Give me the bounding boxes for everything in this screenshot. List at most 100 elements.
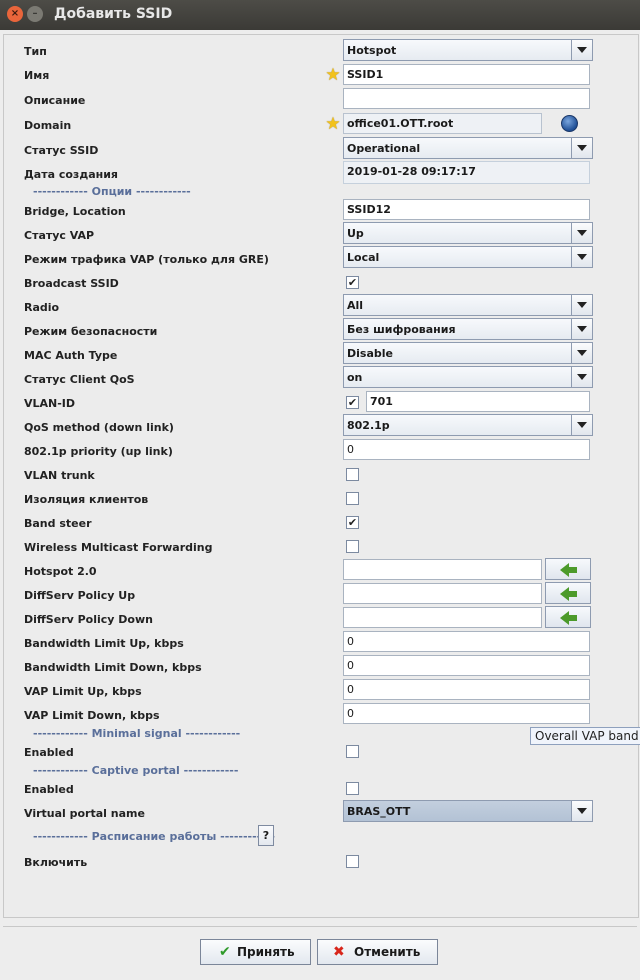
name-label: Имя [24, 69, 50, 82]
bridge-input[interactable]: SSID12 [343, 199, 590, 220]
bridge-label: Bridge, Location [24, 205, 126, 218]
hotspot20-label: Hotspot 2.0 [24, 565, 97, 578]
minimal-signal-separator: ------------ Minimal signal ------------ [33, 727, 241, 740]
diffserv-down-select-button[interactable] [545, 606, 591, 628]
mac-auth-select[interactable]: Disable [343, 342, 593, 364]
wmf-label: Wireless Multicast Forwarding [24, 541, 213, 554]
name-input[interactable]: SSID1 [343, 64, 590, 85]
window-title: Добавить SSID [54, 6, 173, 22]
checkmark-icon: ✔ [219, 944, 231, 960]
domain-field: office01.OTT.root [343, 113, 542, 134]
options-separator: ------------ Опции ------------ [33, 185, 191, 198]
chevron-down-icon[interactable] [571, 295, 592, 315]
chevron-down-icon[interactable] [571, 367, 592, 387]
qos-method-value: 802.1p [347, 419, 390, 432]
type-label: Тип [24, 45, 47, 58]
chevron-down-icon[interactable] [571, 223, 592, 243]
ok-button[interactable]: ✔ Принять [200, 939, 311, 965]
vap-status-value: Up [347, 227, 364, 240]
help-button[interactable]: ? [258, 825, 274, 846]
star-icon: ★ [325, 114, 341, 134]
ok-button-label: Принять [237, 945, 295, 959]
created-value: 2019-01-28 09:17:17 [343, 161, 590, 184]
radio-value: All [347, 299, 364, 312]
radio-select[interactable]: All [343, 294, 593, 316]
chevron-down-icon[interactable] [571, 319, 592, 339]
bw-down-input[interactable]: 0 [343, 655, 590, 676]
diffserv-down-label: DiffServ Policy Down [24, 613, 153, 626]
broadcast-checkbox[interactable]: ✔ [346, 276, 359, 289]
diffserv-up-select-button[interactable] [545, 582, 591, 604]
vlan-checkbox[interactable]: ✔ [346, 396, 359, 409]
client-qos-select[interactable]: on [343, 366, 593, 388]
schedule-enable-checkbox[interactable] [346, 855, 359, 868]
portal-name-select[interactable]: BRAS_OTT [343, 800, 593, 822]
cancel-button-label: Отменить [354, 945, 421, 959]
vap-status-label: Статус VAP [24, 229, 95, 242]
hotspot20-input[interactable] [343, 559, 542, 580]
captive-enabled-checkbox[interactable] [346, 782, 359, 795]
client-qos-label: Статус Client QoS [24, 373, 135, 386]
minimize-icon[interactable]: – [27, 6, 43, 22]
chevron-down-icon[interactable] [571, 343, 592, 363]
ssid-status-select[interactable]: Operational [343, 137, 593, 159]
vlan-input[interactable]: 701 [366, 391, 590, 412]
chevron-down-icon[interactable] [571, 138, 592, 158]
ssid-status-value: Operational [347, 142, 421, 155]
schedule-enable-label: Включить [24, 856, 88, 869]
title-bar: × – Добавить SSID [0, 0, 640, 30]
band-steer-checkbox[interactable]: ✔ [346, 516, 359, 529]
captive-portal-separator: ------------ Captive portal ------------ [33, 764, 239, 777]
globe-icon[interactable] [561, 115, 578, 132]
type-select[interactable]: Hotspot [343, 39, 593, 61]
portal-name-label: Virtual portal name [24, 807, 145, 820]
mac-auth-value: Disable [347, 347, 393, 360]
band-steer-label: Band steer [24, 517, 92, 530]
security-value: Без шифрования [347, 323, 456, 336]
vap-up-input[interactable]: 0 [343, 679, 590, 700]
bw-up-input[interactable]: 0 [343, 631, 590, 652]
vap-status-select[interactable]: Up [343, 222, 593, 244]
chevron-down-icon[interactable] [571, 801, 592, 821]
diffserv-down-input[interactable] [343, 607, 542, 628]
ssid-status-label: Статус SSID [24, 144, 99, 157]
hotspot20-select-button[interactable] [545, 558, 591, 580]
close-icon: ✖ [333, 944, 345, 960]
broadcast-label: Broadcast SSID [24, 277, 119, 290]
isolation-checkbox[interactable] [346, 492, 359, 505]
security-select[interactable]: Без шифрования [343, 318, 593, 340]
type-value: Hotspot [347, 44, 397, 57]
chevron-down-icon[interactable] [571, 247, 592, 267]
captive-enabled-label: Enabled [24, 783, 74, 796]
cancel-button[interactable]: ✖ Отменить [317, 939, 438, 965]
bw-down-label: Bandwidth Limit Down, kbps [24, 661, 202, 674]
vlan-label: VLAN-ID [24, 397, 76, 410]
schedule-separator: ------------ Расписание работы ---------… [33, 830, 275, 843]
vlan-trunk-checkbox[interactable] [346, 468, 359, 481]
vap-mode-select[interactable]: Local [343, 246, 593, 268]
star-icon: ★ [325, 65, 341, 85]
vap-mode-value: Local [347, 251, 380, 264]
chevron-down-icon[interactable] [571, 415, 592, 435]
minsig-enabled-checkbox[interactable] [346, 745, 359, 758]
vlan-trunk-label: VLAN trunk [24, 469, 95, 482]
qos-method-select[interactable]: 802.1p [343, 414, 593, 436]
chevron-down-icon[interactable] [571, 40, 592, 60]
security-label: Режим безопасности [24, 325, 158, 338]
priority-label: 802.1p priority (up link) [24, 445, 173, 458]
vap-up-label: VAP Limit Up, kbps [24, 685, 142, 698]
vap-down-input[interactable]: 0 [343, 703, 590, 724]
description-label: Описание [24, 94, 86, 107]
created-label: Дата создания [24, 168, 118, 181]
domain-label: Domain [24, 119, 72, 132]
description-input[interactable] [343, 88, 590, 109]
close-icon[interactable]: × [7, 6, 23, 22]
wmf-checkbox[interactable] [346, 540, 359, 553]
client-qos-value: on [347, 371, 363, 384]
isolation-label: Изоляция клиентов [24, 493, 149, 506]
minsig-enabled-label: Enabled [24, 746, 74, 759]
qos-method-label: QoS method (down link) [24, 421, 174, 434]
priority-input[interactable]: 0 [343, 439, 590, 460]
diffserv-up-input[interactable] [343, 583, 542, 604]
vap-down-label: VAP Limit Down, kbps [24, 709, 160, 722]
